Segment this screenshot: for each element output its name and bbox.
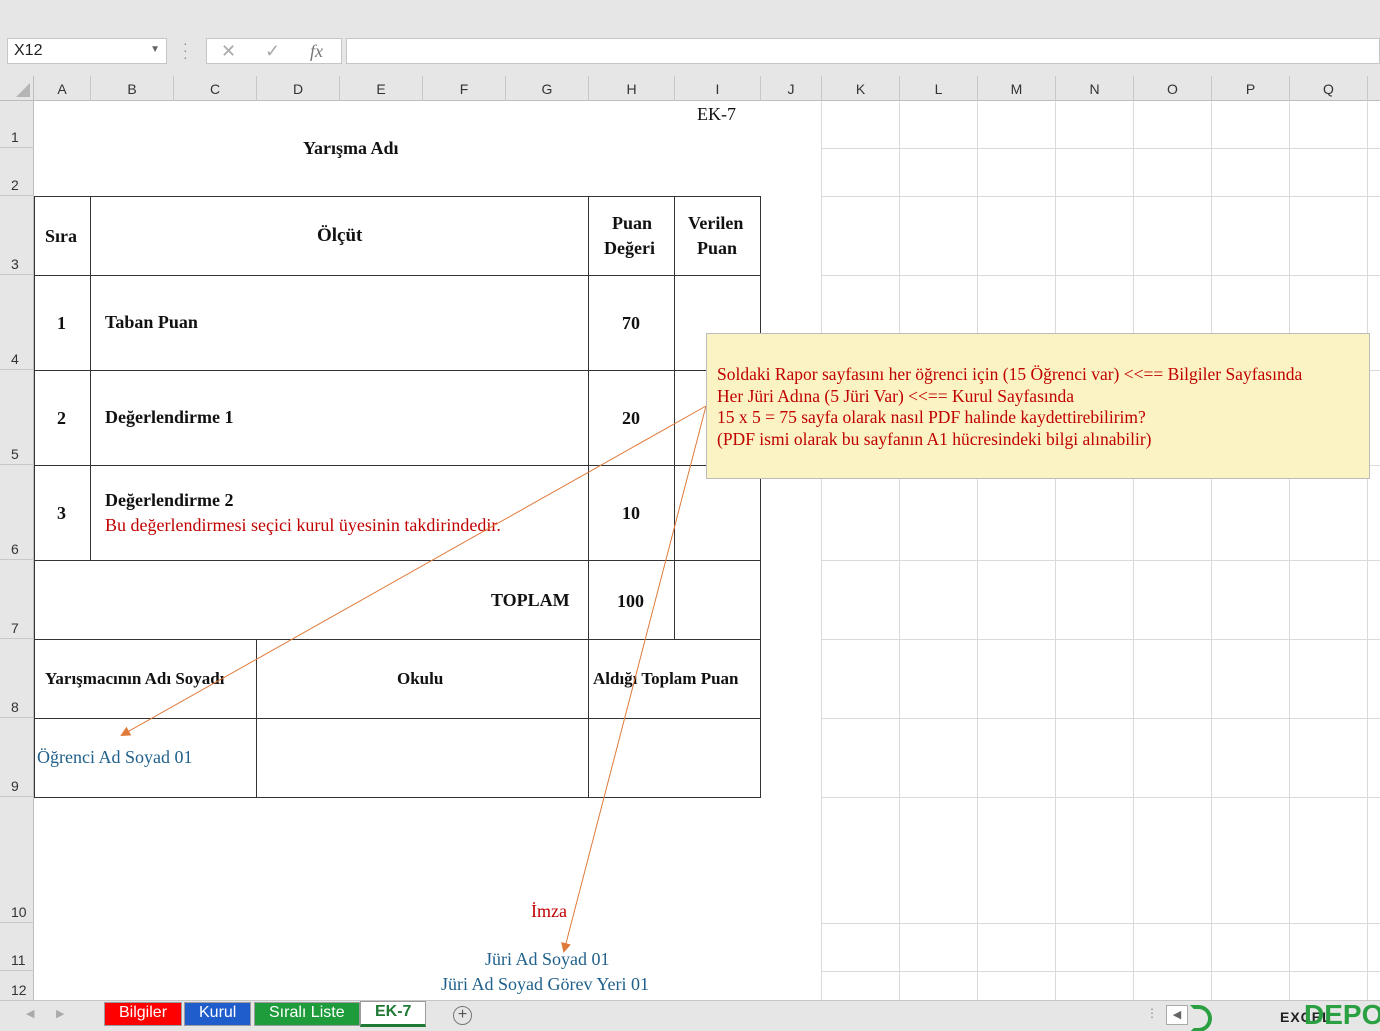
column-header-h[interactable]: H xyxy=(589,76,675,101)
row-header-6[interactable]: 6 xyxy=(0,465,34,560)
column-header-f[interactable]: F xyxy=(423,76,506,101)
row-number: 11 xyxy=(11,952,26,968)
row-header-5[interactable]: 5 xyxy=(0,370,34,465)
name-box[interactable]: X12 ▼ xyxy=(7,38,167,64)
comment-line: (PDF ismi olarak bu sayfanın A1 hücresin… xyxy=(717,428,1152,449)
column-header-b[interactable]: B xyxy=(91,76,174,101)
column-headers: A B C D E F G H I J K L M N O P Q xyxy=(34,76,1380,101)
formula-input[interactable] xyxy=(346,38,1380,64)
name-box-value: X12 xyxy=(14,42,43,59)
column-header-g[interactable]: G xyxy=(506,76,589,101)
row-number: 12 xyxy=(11,982,27,998)
cell-comment[interactable]: Soldaki Rapor sayfasını her öğrenci için… xyxy=(706,333,1370,479)
row-number: 1 xyxy=(11,129,19,145)
comment-arrows xyxy=(120,405,707,953)
formula-bar-area: X12 ▼ · · · ✕ ✓ fx xyxy=(0,0,1380,76)
tab-ek-7[interactable]: EK-7 xyxy=(360,1001,427,1027)
row-number: 9 xyxy=(11,778,19,794)
row-number: 7 xyxy=(11,620,19,636)
spreadsheet-grid[interactable]: A B C D E F G H I J K L M N O P Q 1 2 3 … xyxy=(0,76,1380,1000)
cell-area[interactable]: EK-7 Yarışma Adı Sıra Ölçüt Puan Değeri … xyxy=(34,101,1380,1000)
column-header-l[interactable]: L xyxy=(900,76,978,101)
row-number: 4 xyxy=(11,351,19,367)
split-handle-icon[interactable]: ⋮ xyxy=(1146,1006,1158,1020)
column-header-m[interactable]: M xyxy=(978,76,1056,101)
scroll-right-icon[interactable]: ▶ xyxy=(56,1007,64,1020)
row-number: 6 xyxy=(11,541,19,557)
insert-function-icon[interactable]: fx xyxy=(310,41,323,62)
formula-buttons: ✕ ✓ fx xyxy=(206,38,342,64)
row-headers: 1 2 3 4 5 6 7 8 9 10 11 12 xyxy=(0,101,34,1000)
chevron-down-icon[interactable]: ▼ xyxy=(150,44,160,55)
column-header-n[interactable]: N xyxy=(1056,76,1134,101)
row-header-8[interactable]: 8 xyxy=(0,639,34,718)
add-sheet-icon[interactable]: + xyxy=(453,1006,472,1025)
sheet-tab-bar: ◀ ▶ Bilgiler Kurul Sıralı Liste EK-7 + ⋮… xyxy=(0,999,1380,1031)
column-header-a[interactable]: A xyxy=(34,76,91,101)
row-header-1[interactable]: 1 xyxy=(0,101,34,148)
column-header-e[interactable]: E xyxy=(340,76,423,101)
row-number: 5 xyxy=(11,446,19,462)
comment-line: Soldaki Rapor sayfasını her öğrenci için… xyxy=(717,364,1303,384)
select-all-button[interactable] xyxy=(0,76,34,101)
arrow-to-jury xyxy=(561,405,707,953)
row-number: 8 xyxy=(11,699,19,715)
drag-handle-icon[interactable]: · · · xyxy=(183,36,188,64)
row-header-2[interactable]: 2 xyxy=(0,148,34,196)
column-header-c[interactable]: C xyxy=(174,76,257,101)
row-header-4[interactable]: 4 xyxy=(0,275,34,370)
column-header-o[interactable]: O xyxy=(1134,76,1212,101)
comment-line: 15 x 5 = 75 sayfa olarak nasıl PDF halin… xyxy=(717,407,1146,427)
excel-depo-logo: EXCEL DEPO xyxy=(1184,999,1380,1031)
row-number: 10 xyxy=(11,904,27,920)
row-number: 2 xyxy=(11,177,19,193)
row-header-3[interactable]: 3 xyxy=(0,196,34,275)
row-header-12[interactable]: 12 xyxy=(0,971,34,1000)
column-header-d[interactable]: D xyxy=(257,76,340,101)
tab-bilgiler[interactable]: Bilgiler xyxy=(104,1002,183,1026)
cancel-icon[interactable]: ✕ xyxy=(221,41,236,62)
logo-shape xyxy=(1190,1005,1212,1031)
column-header-q[interactable]: Q xyxy=(1290,76,1368,101)
row-number: 3 xyxy=(11,256,19,272)
enter-icon[interactable]: ✓ xyxy=(265,41,280,62)
arrow-to-contestant xyxy=(120,405,707,736)
row-header-11[interactable]: 11 xyxy=(0,923,34,971)
comment-line: Her Jüri Adına (5 Jüri Var) <<== Kurul S… xyxy=(717,385,1075,406)
column-header-i[interactable]: I xyxy=(675,76,761,101)
scroll-left-icon[interactable]: ◀ xyxy=(26,1007,34,1020)
column-header-k[interactable]: K xyxy=(822,76,900,101)
row-header-10[interactable]: 10 xyxy=(0,797,34,923)
row-header-9[interactable]: 9 xyxy=(0,718,34,797)
tab-kurul[interactable]: Kurul xyxy=(184,1002,252,1026)
column-header-p[interactable]: P xyxy=(1212,76,1290,101)
tab-sirali-liste[interactable]: Sıralı Liste xyxy=(254,1002,360,1026)
row-header-7[interactable]: 7 xyxy=(0,560,34,639)
logo-brand: DEPO xyxy=(1304,999,1380,1030)
column-header-j[interactable]: J xyxy=(761,76,822,101)
